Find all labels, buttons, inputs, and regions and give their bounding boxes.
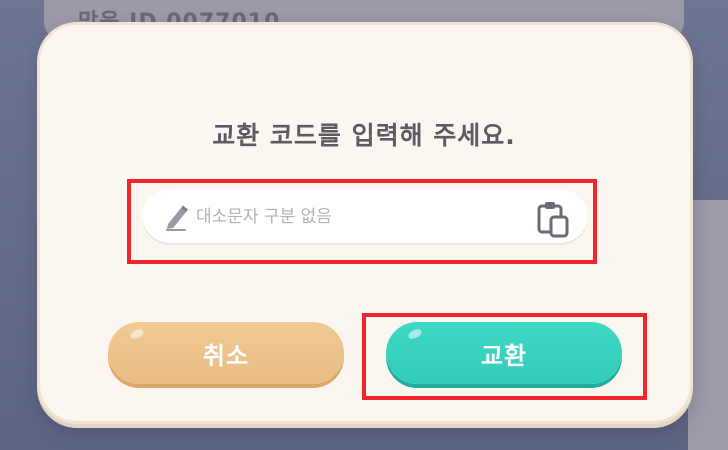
button-shine [128, 327, 146, 341]
cancel-button-label: 취소 [202, 341, 250, 370]
highlight-box-input [127, 179, 597, 264]
cancel-button[interactable]: 취소 [108, 322, 344, 384]
background-panel-right [688, 200, 728, 450]
dialog-title: 교환 코드를 입력해 주세요. [212, 121, 516, 150]
highlight-box-exchange [362, 313, 647, 400]
